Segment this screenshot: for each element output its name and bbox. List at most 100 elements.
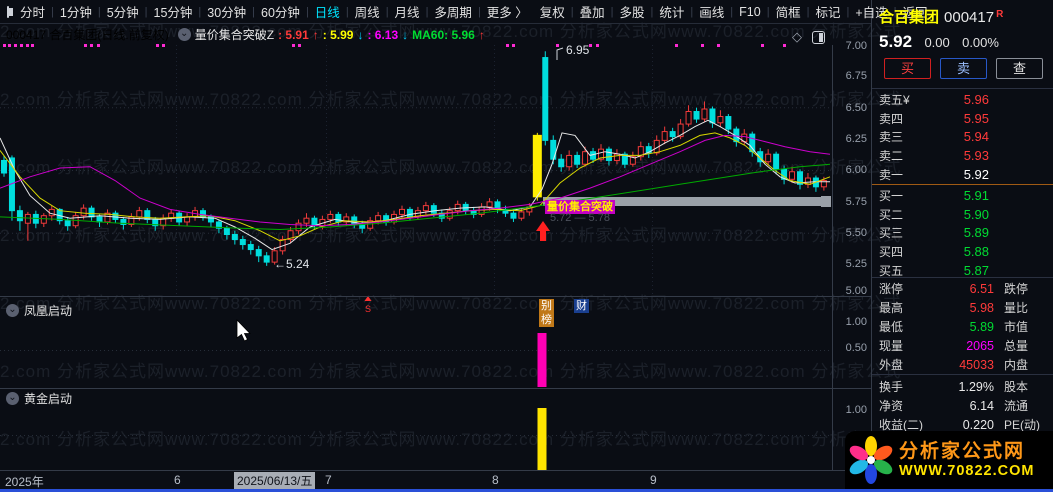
trend-arrow-icon: ↓: [402, 27, 409, 42]
x-axis: 2025年 6 2025/06/13/五 7 8 9: [0, 471, 871, 489]
period-tab-0[interactable]: 分时: [14, 2, 51, 21]
tool-item-5[interactable]: F10: [733, 5, 767, 19]
logo-title: 分析家公式网: [899, 440, 1026, 462]
level-price: 5.88: [963, 244, 989, 260]
stat-value: 5.98: [969, 300, 994, 315]
indicator-value-0: : 5.91: [278, 27, 309, 42]
bid-row[interactable]: 买一 5.91: [872, 186, 1053, 205]
stock-label: 000417 合百集团(日线.前复权): [6, 28, 169, 42]
ask-row[interactable]: 卖四 5.95: [872, 109, 1053, 128]
chevron-down-icon[interactable]: ⌄: [177, 28, 191, 41]
level-label: 买三: [879, 226, 904, 241]
signal-price-range: 5.72 — 5.78: [550, 212, 610, 224]
tool-item-2[interactable]: 多股: [614, 2, 651, 21]
panel3-header[interactable]: ⌄ 黄金启动: [6, 390, 72, 407]
level-price: 5.96: [963, 91, 989, 107]
x-axis-label: 6: [174, 473, 181, 487]
period-tab-2[interactable]: 5分钟: [101, 2, 145, 21]
tool-item-1[interactable]: 叠加: [574, 2, 611, 21]
chevron-down-icon[interactable]: ⌄: [6, 304, 19, 317]
level-label: 卖五¥: [879, 92, 910, 107]
panel2-title: 凤凰启动: [24, 304, 73, 318]
stat-row: 最高 5.98 量比: [872, 298, 1053, 317]
bid-row[interactable]: 买二 5.90: [872, 205, 1053, 224]
period-tab-8[interactable]: 月线: [389, 2, 426, 21]
sell-button[interactable]: 卖: [940, 58, 987, 79]
level-price: 5.91: [963, 187, 989, 203]
ask-row[interactable]: 卖三 5.94: [872, 128, 1053, 147]
site-logo: 分析家公式网 WWW.70822.COM: [845, 431, 1053, 489]
stat-row: 换手 1.29% 股本: [872, 377, 1053, 396]
high-annotation: 6.95: [566, 43, 590, 57]
tool-item-6[interactable]: 简框: [770, 2, 807, 21]
stat-value: 5.89: [969, 319, 994, 334]
y-axis-label: 6.75: [845, 70, 867, 82]
stock-header: 合百集团 000417 R: [879, 6, 1003, 27]
window-layout-icon[interactable]: [7, 5, 13, 18]
period-tab-4[interactable]: 30分钟: [201, 2, 252, 21]
tool-item-3[interactable]: 统计: [653, 2, 690, 21]
bid-row[interactable]: 买四 5.88: [872, 242, 1053, 261]
x-axis-label: 9: [650, 473, 657, 487]
bid-row[interactable]: 买三 5.89: [872, 224, 1053, 243]
event-badge[interactable]: 别榜: [539, 299, 554, 327]
period-tab-10[interactable]: 更多 〉: [481, 2, 534, 21]
panel2-header[interactable]: ⌄ 凤凰启动: [6, 302, 72, 319]
tool-item-4[interactable]: 画线: [693, 2, 730, 21]
price-change: 0.00: [924, 35, 950, 50]
price-row: 5.92 0.00 0.00%: [879, 32, 999, 52]
mid-divider: [872, 184, 1053, 185]
stat-label: 净资: [879, 399, 904, 413]
period-tab-6[interactable]: 日线: [309, 2, 346, 21]
stats-block-1: 涨停 6.51 跌停 最高 5.98 量比 最低 5.89 市值 现量 2065 总量 外盘 45033 内…: [872, 279, 1053, 374]
level-price: 5.87: [963, 263, 989, 279]
buy-button[interactable]: 买: [884, 58, 931, 79]
level-label: 卖四: [879, 111, 904, 126]
y-axis-label: 7.00: [845, 40, 867, 52]
level-price: 5.90: [963, 206, 989, 222]
divider: [872, 374, 1053, 375]
stat-value: 1.29%: [958, 379, 994, 394]
panel3-title: 黄金启动: [24, 392, 73, 406]
panel-divider[interactable]: [0, 296, 871, 297]
stat-value: 0.220: [962, 417, 994, 432]
event-badge[interactable]: 财: [574, 299, 589, 313]
y-axis-label: 6.25: [845, 133, 867, 145]
stat-label-2: 总量: [1004, 339, 1029, 353]
period-tab-3[interactable]: 15分钟: [148, 2, 199, 21]
flower-logo-icon: [849, 436, 893, 484]
period-tab-7[interactable]: 周线: [349, 2, 386, 21]
query-button[interactable]: 查: [996, 58, 1043, 79]
period-tab-1[interactable]: 1分钟: [54, 2, 98, 21]
period-tab-5[interactable]: 60分钟: [255, 2, 306, 21]
stats-block-2: 换手 1.29% 股本 净资 6.14 流通 收益(二) 0.220 PE(动): [872, 377, 1053, 434]
bid-levels: 买一 5.91 买二 5.90 买三 5.89 买四 5.88 买五 5.87: [872, 186, 1053, 280]
tool-item-0[interactable]: 复权: [534, 2, 571, 21]
period-tab-9[interactable]: 多周期: [428, 2, 478, 21]
panel-divider[interactable]: [0, 388, 871, 389]
level-label: 买四: [879, 245, 904, 260]
ask-row[interactable]: 卖五¥ 5.96: [872, 90, 1053, 109]
indicator-values: : 5.91 ↑: 5.99 ↓: 6.13 ↓ MA60: 5.96 ↑: [278, 28, 489, 42]
ask-row[interactable]: 卖一 5.92: [872, 165, 1053, 184]
svg-text:S: S: [365, 304, 371, 314]
divider: [872, 277, 1053, 278]
stat-row: 最低 5.89 市值: [872, 317, 1053, 336]
split-view-icon[interactable]: [812, 31, 825, 44]
chevron-down-icon[interactable]: ⌄: [6, 392, 19, 405]
stat-row: 现量 2065 总量: [872, 336, 1053, 355]
ask-row[interactable]: 卖二 5.93: [872, 146, 1053, 165]
x-axis-label: 8: [492, 473, 499, 487]
main-chart[interactable]: S: [0, 0, 871, 492]
stat-label: 最高: [879, 301, 904, 315]
price-change-pct: 0.00%: [962, 35, 999, 50]
tool-item-7[interactable]: 标记: [809, 2, 846, 21]
trend-arrow-icon: ↓: [357, 27, 364, 42]
stat-label: 换手: [879, 380, 904, 394]
stat-value: 6.51: [969, 281, 994, 296]
trend-arrow-icon: ↑: [478, 27, 485, 42]
x-axis-label: 2025年: [5, 475, 44, 489]
indicator-value-1: : 5.99: [322, 27, 354, 42]
level-label: 卖三: [879, 130, 904, 145]
diamond-icon[interactable]: ◇: [792, 29, 802, 45]
